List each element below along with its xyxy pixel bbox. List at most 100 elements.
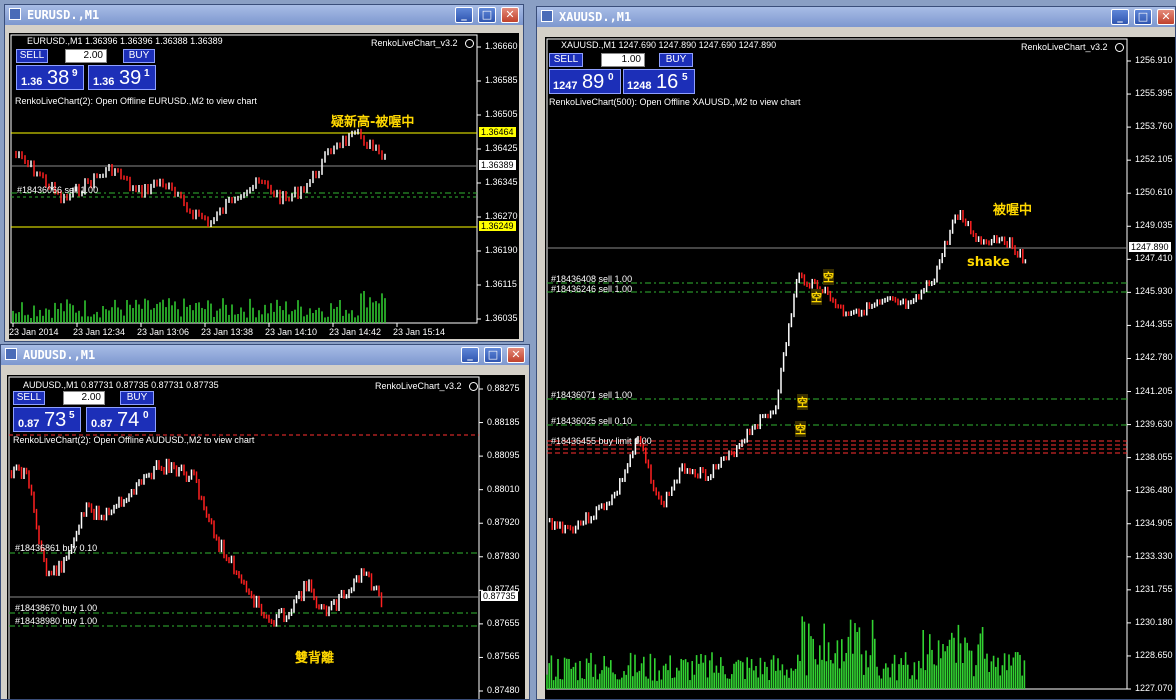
ask-sup: 5 <box>682 72 688 83</box>
price-axis-label: 1242.780 <box>1135 352 1173 363</box>
smiley-icon <box>465 39 474 48</box>
annotation-text: 雙背離 <box>295 651 335 666</box>
lot-size-input[interactable]: 2.00 <box>65 49 107 63</box>
audusd-titlebar[interactable]: AUDUSD.,M1 _ □ ✕ <box>1 345 529 365</box>
xauusd-titlebar[interactable]: XAUUSD.,M1 _ □ ✕ <box>537 7 1175 27</box>
annotation-text: 疑新高-被喔中 <box>331 115 415 130</box>
ask-prefix: 1248 <box>627 80 652 92</box>
annotation-short-marker: 空 <box>795 421 806 437</box>
time-axis-label: 23 Jan 13:38 <box>201 327 254 337</box>
maximize-icon[interactable]: □ <box>484 347 502 363</box>
price-axis-label: 1253.760 <box>1135 121 1173 132</box>
eurusd-chart[interactable]: EURUSD.,M1 1.36396 1.36396 1.36388 1.363… <box>9 33 519 339</box>
ask-big: 39 <box>119 67 142 89</box>
price-axis-label: 1.36035 <box>485 313 518 323</box>
maximize-icon[interactable]: □ <box>1134 9 1152 25</box>
close-icon[interactable]: ✕ <box>501 7 519 23</box>
price-axis-label: 1244.355 <box>1135 319 1173 330</box>
chart-header: EURUSD.,M1 1.36396 1.36396 1.36388 1.363… <box>27 36 223 46</box>
close-icon[interactable]: ✕ <box>507 347 525 363</box>
audusd-window[interactable]: AUDUSD.,M1 _ □ ✕ AUDUSD.,M1 0.87731 0.87… <box>0 344 530 700</box>
time-axis-label: 23 Jan 2014 <box>9 327 59 337</box>
price-axis-label: 1.36660 <box>485 41 518 51</box>
minimize-icon[interactable]: _ <box>1111 9 1129 25</box>
price-axis-label: 1228.650 <box>1135 649 1173 660</box>
lot-size-input[interactable]: 2.00 <box>63 391 105 405</box>
ask-price-box[interactable]: 0.87 74 0 <box>86 407 156 432</box>
ask-big: 16 <box>656 71 679 93</box>
bid-price-box[interactable]: 1247 89 0 <box>549 69 621 94</box>
price-axis-label: 1250.610 <box>1135 187 1173 198</box>
price-tag: 1.36464 <box>479 127 516 137</box>
chart-header: AUDUSD.,M1 0.87731 0.87735 0.87731 0.877… <box>23 380 219 390</box>
order-label: #18438980 buy 1.00 <box>15 616 98 626</box>
bid-prefix: 1.36 <box>21 76 43 88</box>
sell-button[interactable]: SELL <box>13 391 45 405</box>
bid-prefix: 1247 <box>553 80 578 92</box>
buy-button[interactable]: BUY <box>120 391 154 405</box>
sell-button[interactable]: SELL <box>549 53 583 67</box>
close-icon[interactable]: ✕ <box>1157 9 1175 25</box>
price-tag: 1.36389 <box>479 160 516 170</box>
price-axis-label: 1.36190 <box>485 245 518 255</box>
price-axis-label: 1.36585 <box>485 75 518 85</box>
price-tag: 1.36249 <box>479 221 516 231</box>
window-title: XAUUSD.,M1 <box>559 10 632 24</box>
price-axis-label: 0.87830 <box>487 550 520 561</box>
order-label: #18436455 buy limit 1.00 <box>551 436 652 446</box>
renko-info: RenkoLiveChart(2): Open Offline EURUSD.,… <box>15 96 257 106</box>
order-label: #18436025 sell 0.10 <box>551 416 633 426</box>
xauusd-window[interactable]: XAUUSD.,M1 _ □ ✕ XAUUSD.,M1 1247.690 124… <box>536 6 1176 700</box>
price-axis-label: 1241.205 <box>1135 385 1173 396</box>
price-tag: 0.87735 <box>481 591 518 601</box>
time-axis-label: 23 Jan 12:34 <box>73 327 126 337</box>
ask-sup: 1 <box>144 68 150 79</box>
bid-price-box[interactable]: 0.87 73 5 <box>13 407 81 432</box>
ask-prefix: 0.87 <box>91 418 113 430</box>
price-axis-label: 0.88010 <box>487 483 520 494</box>
buy-button[interactable]: BUY <box>659 53 693 67</box>
minimize-icon[interactable]: _ <box>461 347 479 363</box>
price-axis-label: 0.87480 <box>487 685 520 695</box>
bid-price-box[interactable]: 1.36 38 9 <box>16 65 84 90</box>
minimize-icon[interactable]: _ <box>455 7 473 23</box>
order-label: #18436861 buy 0.10 <box>15 543 98 553</box>
ask-prefix: 1.36 <box>93 76 115 88</box>
annotation-shake: shake <box>967 255 1010 270</box>
renko-info: RenkoLiveChart(500): Open Offline XAUUSD… <box>549 97 801 107</box>
audusd-chart[interactable]: AUDUSD.,M1 0.87731 0.87735 0.87731 0.877… <box>7 375 525 699</box>
eurusd-window[interactable]: EURUSD.,M1 _ □ ✕ EURUSD.,M1 1.36396 1.36… <box>4 4 524 342</box>
eurusd-titlebar[interactable]: EURUSD.,M1 _ □ ✕ <box>5 5 523 25</box>
plot-frame <box>546 38 1128 690</box>
bid-sup: 5 <box>69 410 75 421</box>
sell-button[interactable]: SELL <box>16 49 48 63</box>
buy-button[interactable]: BUY <box>123 49 155 63</box>
lot-size-input[interactable]: 1.00 <box>601 53 645 67</box>
price-axis-label: 1230.180 <box>1135 616 1173 627</box>
price-axis-label: 1234.905 <box>1135 517 1173 528</box>
ask-price-box[interactable]: 1248 16 5 <box>623 69 695 94</box>
indicator-name: RenkoLiveChart_v3.2 <box>371 38 458 48</box>
chart-window-icon <box>541 10 553 22</box>
xauusd-chart[interactable]: XAUUSD.,M1 1247.690 1247.890 1247.690 12… <box>545 37 1175 699</box>
time-axis-label: 23 Jan 14:10 <box>265 327 318 337</box>
price-axis-label: 1.36425 <box>485 143 518 153</box>
time-axis-label: 23 Jan 14:42 <box>329 327 382 337</box>
bid-big: 38 <box>47 67 70 89</box>
time-axis-label: 23 Jan 15:14 <box>393 327 446 337</box>
price-axis-label: 1247.410 <box>1135 253 1173 264</box>
smiley-icon <box>1115 43 1124 52</box>
bid-sup: 9 <box>72 68 78 79</box>
price-axis-label: 1.36345 <box>485 177 518 187</box>
price-axis-label: 1.36115 <box>485 279 517 289</box>
price-axis-label: 1227.070 <box>1135 683 1173 693</box>
order-label: #18438670 buy 1.00 <box>15 603 98 613</box>
bid-prefix: 0.87 <box>18 418 40 430</box>
order-label: #18436408 sell 1.00 <box>551 274 633 284</box>
bid-big: 89 <box>582 71 605 93</box>
maximize-icon[interactable]: □ <box>478 7 496 23</box>
order-label: #18436071 sell 1.00 <box>551 390 633 400</box>
price-axis-label: 0.88275 <box>487 383 520 393</box>
ask-price-box[interactable]: 1.36 39 1 <box>88 65 156 90</box>
bid-big: 73 <box>44 409 67 431</box>
